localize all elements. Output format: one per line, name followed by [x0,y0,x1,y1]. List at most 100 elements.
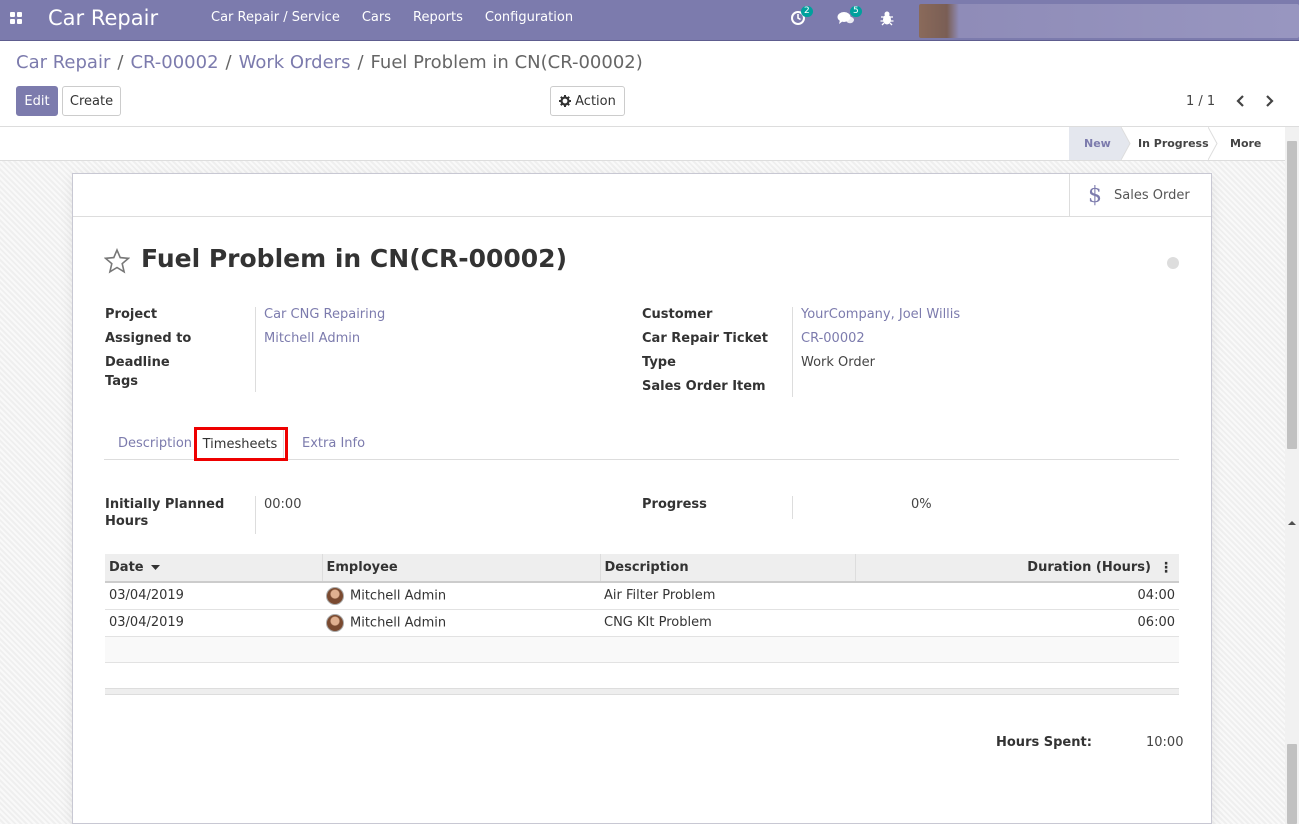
row-employee[interactable]: Mitchell Admin [322,608,600,636]
type-field[interactable]: Work Order [801,355,875,370]
customer-field[interactable]: YourCompany, Joel Willis [801,307,960,322]
progress-value: 0% [911,497,932,512]
breadcrumb-separator: / [225,52,232,73]
planned-hours-label-line1: Initially Planned [105,497,225,512]
type-label: Type [642,355,676,370]
empty-row [105,635,1179,662]
row-employee[interactable]: Mitchell Admin [322,581,600,609]
row-description[interactable]: Air Filter Problem [600,581,855,609]
scrollbar-thumb-top[interactable] [1287,141,1297,449]
breadcrumb-car-repair[interactable]: Car Repair [16,52,110,73]
menu-reports[interactable]: Reports [402,0,474,40]
project-field[interactable]: Car CNG Repairing [264,307,385,322]
menu-cars[interactable]: Cars [351,0,402,40]
assigned-to-field[interactable]: Mitchell Admin [264,331,360,346]
dollar-icon: $ [1088,183,1102,208]
table-row[interactable]: 03/04/2019 Mitchell Admin CNG KIt Proble… [105,608,1179,636]
form-statusbar: New In Progress More [0,126,1299,180]
optional-columns-icon[interactable]: ⋮ [1159,561,1173,575]
record-title[interactable]: Fuel Problem in CN(CR-00002) [141,244,567,273]
row-description[interactable]: CNG KIt Problem [600,608,855,636]
menu-car-repair-service[interactable]: Car Repair / Service [200,0,351,40]
hours-spent-value: 10:00 [1146,735,1184,750]
employee-name: Mitchell Admin [350,615,447,630]
bug-icon [880,11,894,26]
sales-order-label: Sales Order [1114,188,1190,203]
table-footer [105,688,1179,695]
date-header-label: Date [109,560,144,575]
pager-previous-icon[interactable] [1233,93,1249,109]
scroll-up-arrow-icon[interactable] [1285,518,1299,528]
smart-button-box: $ Sales Order [73,174,1211,217]
more-label: More [1230,137,1262,150]
row-date[interactable]: 03/04/2019 [105,608,322,636]
action-label: Action [575,93,616,109]
stage-in-progress[interactable]: In Progress [1138,127,1210,160]
top-navbar: Car Repair Car Repair / Service Cars Rep… [0,0,1299,41]
stage-arrow [1121,127,1131,160]
assigned-to-label: Assigned to [105,331,192,346]
create-button[interactable]: Create [62,86,121,116]
apps-menu-icon[interactable] [10,12,24,26]
breadcrumb-separator: / [117,52,124,73]
pager-value[interactable]: 1 / 1 [1186,94,1215,109]
employee-name: Mitchell Admin [350,588,447,604]
column-header-employee[interactable]: Employee [322,554,601,583]
breadcrumb-ticket[interactable]: CR-00002 [130,52,218,73]
row-duration[interactable]: 06:00 [855,608,1179,636]
column-header-description[interactable]: Description [600,554,856,583]
stage-new[interactable]: New [1069,127,1121,160]
car-repair-ticket-label: Car Repair Ticket [642,331,768,346]
field-divider [255,307,256,392]
main-menu: Car Repair / Service Cars Reports Config… [200,0,584,40]
app-name[interactable]: Car Repair [48,6,158,30]
activity-count-badge: 2 [801,6,813,17]
breadcrumb-separator: / [357,52,364,73]
table-row[interactable]: 03/04/2019 Mitchell Admin Air Filter Pro… [105,581,1179,609]
column-header-date[interactable]: Date [105,554,323,583]
breadcrumb-current: Fuel Problem in CN(CR-00002) [370,52,643,73]
sales-order-button[interactable]: $ Sales Order [1069,174,1211,217]
activity-button[interactable]: 2 [790,6,813,31]
field-divider [255,496,256,534]
employee-avatar [326,586,344,605]
progress-label: Progress [642,497,707,512]
breadcrumb: Car Repair / CR-00002 / Work Orders / Fu… [16,52,643,73]
sort-caret-icon [151,565,161,570]
column-header-duration[interactable]: Duration (Hours) ⋮ [855,554,1179,583]
user-menu[interactable] [919,4,1299,38]
tab-extra-info[interactable]: Extra Info [302,427,365,460]
edit-button[interactable]: Edit [16,86,58,116]
messaging-button[interactable]: 5 [837,6,862,31]
debug-button[interactable] [880,9,902,31]
planned-hours-label: Initially Planned Hours [105,497,224,529]
page-scrollbar[interactable] [1285,127,1299,824]
row-date[interactable]: 03/04/2019 [105,581,322,609]
gear-icon [559,95,572,107]
message-count-badge: 5 [850,6,862,17]
project-label: Project [105,307,158,322]
breadcrumb-work-orders[interactable]: Work Orders [239,52,351,73]
deadline-label: Deadline [105,355,170,370]
action-dropdown[interactable]: Action [550,86,625,116]
tags-label: Tags [105,374,139,389]
hours-spent-label: Hours Spent: [996,735,1092,750]
star-favorite-icon[interactable] [104,248,130,274]
stage-more-dropdown[interactable]: More [1230,127,1275,180]
kanban-state-indicator[interactable] [1167,257,1179,269]
tab-description[interactable]: Description [118,427,192,460]
sales-order-item-label: Sales Order Item [642,379,766,394]
car-repair-ticket-field[interactable]: CR-00002 [801,331,865,346]
scrollbar-thumb-bottom[interactable] [1287,744,1297,824]
pager-next-icon[interactable] [1261,93,1277,109]
menu-configuration[interactable]: Configuration [474,0,584,40]
field-divider [792,307,793,397]
field-divider [792,496,793,519]
tab-highlight-annotation [194,427,288,461]
planned-hours-label-line2: Hours [105,514,149,529]
row-duration[interactable]: 04:00 [855,581,1179,609]
empty-row [105,661,1179,688]
planned-hours-field[interactable]: 00:00 [264,497,301,512]
duration-header-label: Duration (Hours) [1027,560,1151,575]
stage-arrow [1208,127,1218,160]
